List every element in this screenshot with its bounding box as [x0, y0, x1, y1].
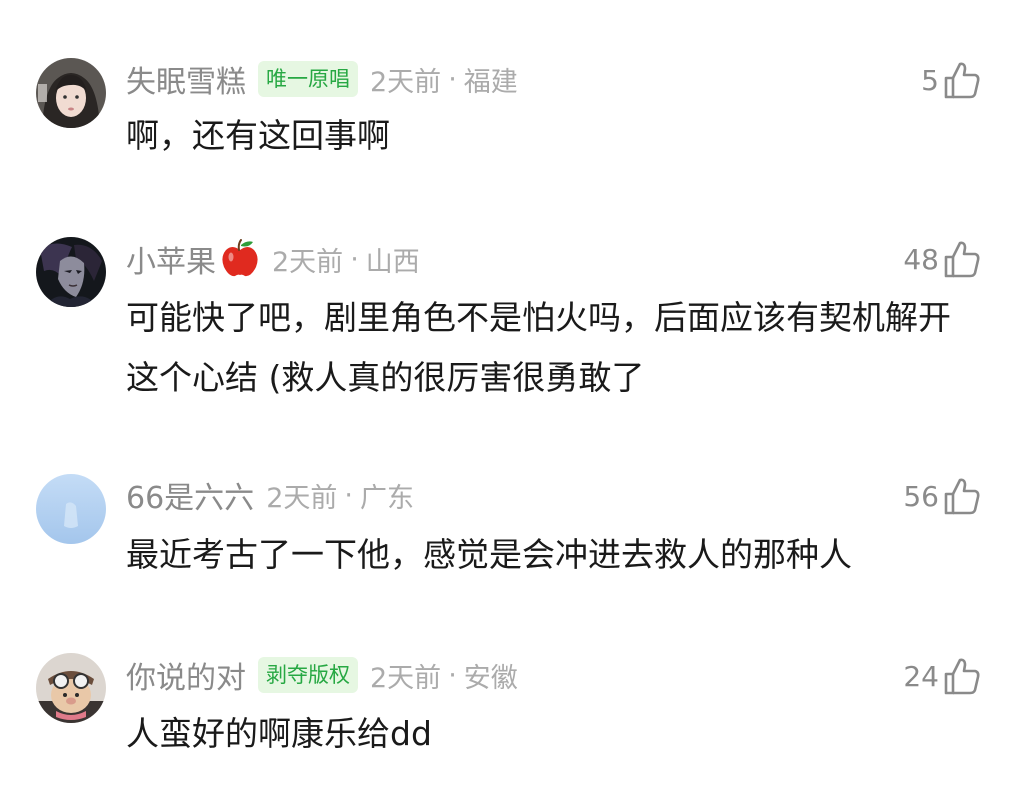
- separator: ·: [448, 63, 457, 95]
- like-button[interactable]: 48: [903, 237, 981, 281]
- comment-meta: 失眠雪糕 唯一原唱 2天前 · 福建: [126, 57, 518, 101]
- avatar[interactable]: [36, 474, 106, 544]
- separator: ·: [350, 243, 359, 275]
- location: 福建: [463, 66, 518, 98]
- username[interactable]: 小苹果: [126, 237, 216, 281]
- apple-emoji-icon: [220, 239, 260, 279]
- thumbs-up-icon[interactable]: [943, 656, 981, 696]
- user-badge: 剥夺版权: [258, 657, 358, 693]
- like-count: 24: [903, 659, 939, 693]
- like-count: 48: [903, 242, 939, 276]
- thumbs-up-icon[interactable]: [943, 476, 981, 516]
- comment-meta: 66是六六 2天前 · 广东: [126, 473, 414, 517]
- like-count: 56: [903, 479, 939, 513]
- thumbs-up-icon[interactable]: [943, 239, 981, 279]
- timestamp: 2天前: [266, 482, 338, 514]
- like-count: 5: [921, 63, 939, 97]
- like-button[interactable]: 56: [903, 474, 981, 518]
- timestamp: 2天前: [370, 66, 442, 98]
- like-button[interactable]: 5: [921, 58, 981, 102]
- separator: ·: [448, 659, 457, 691]
- timestamp: 2天前: [370, 662, 442, 694]
- comment-text[interactable]: 人蛮好的啊康乐给dd: [126, 704, 966, 764]
- separator: ·: [344, 479, 353, 511]
- comment-meta: 小苹果 2天前 · 山西: [126, 237, 420, 281]
- avatar[interactable]: [36, 58, 106, 128]
- thumbs-up-icon[interactable]: [943, 60, 981, 100]
- like-button[interactable]: 24: [903, 654, 981, 698]
- user-badge: 唯一原唱: [258, 61, 358, 97]
- avatar[interactable]: [36, 237, 106, 307]
- comment-meta: 你说的对 剥夺版权 2天前 · 安徽: [126, 653, 518, 697]
- location: 山西: [365, 246, 420, 278]
- username[interactable]: 失眠雪糕: [126, 57, 246, 101]
- location: 安徽: [463, 662, 518, 694]
- comment-text[interactable]: 啊，还有这回事啊: [126, 106, 966, 166]
- comment-text[interactable]: 可能快了吧，剧里角色不是怕火吗，后面应该有契机解开这个心结 (救人真的很厉害很勇…: [126, 288, 966, 408]
- username[interactable]: 66是六六: [126, 473, 254, 517]
- comment-text[interactable]: 最近考古了一下他，感觉是会冲进去救人的那种人: [126, 525, 966, 585]
- location: 广东: [359, 482, 414, 514]
- timestamp: 2天前: [272, 246, 344, 278]
- avatar[interactable]: [36, 653, 106, 723]
- username[interactable]: 你说的对: [126, 653, 246, 697]
